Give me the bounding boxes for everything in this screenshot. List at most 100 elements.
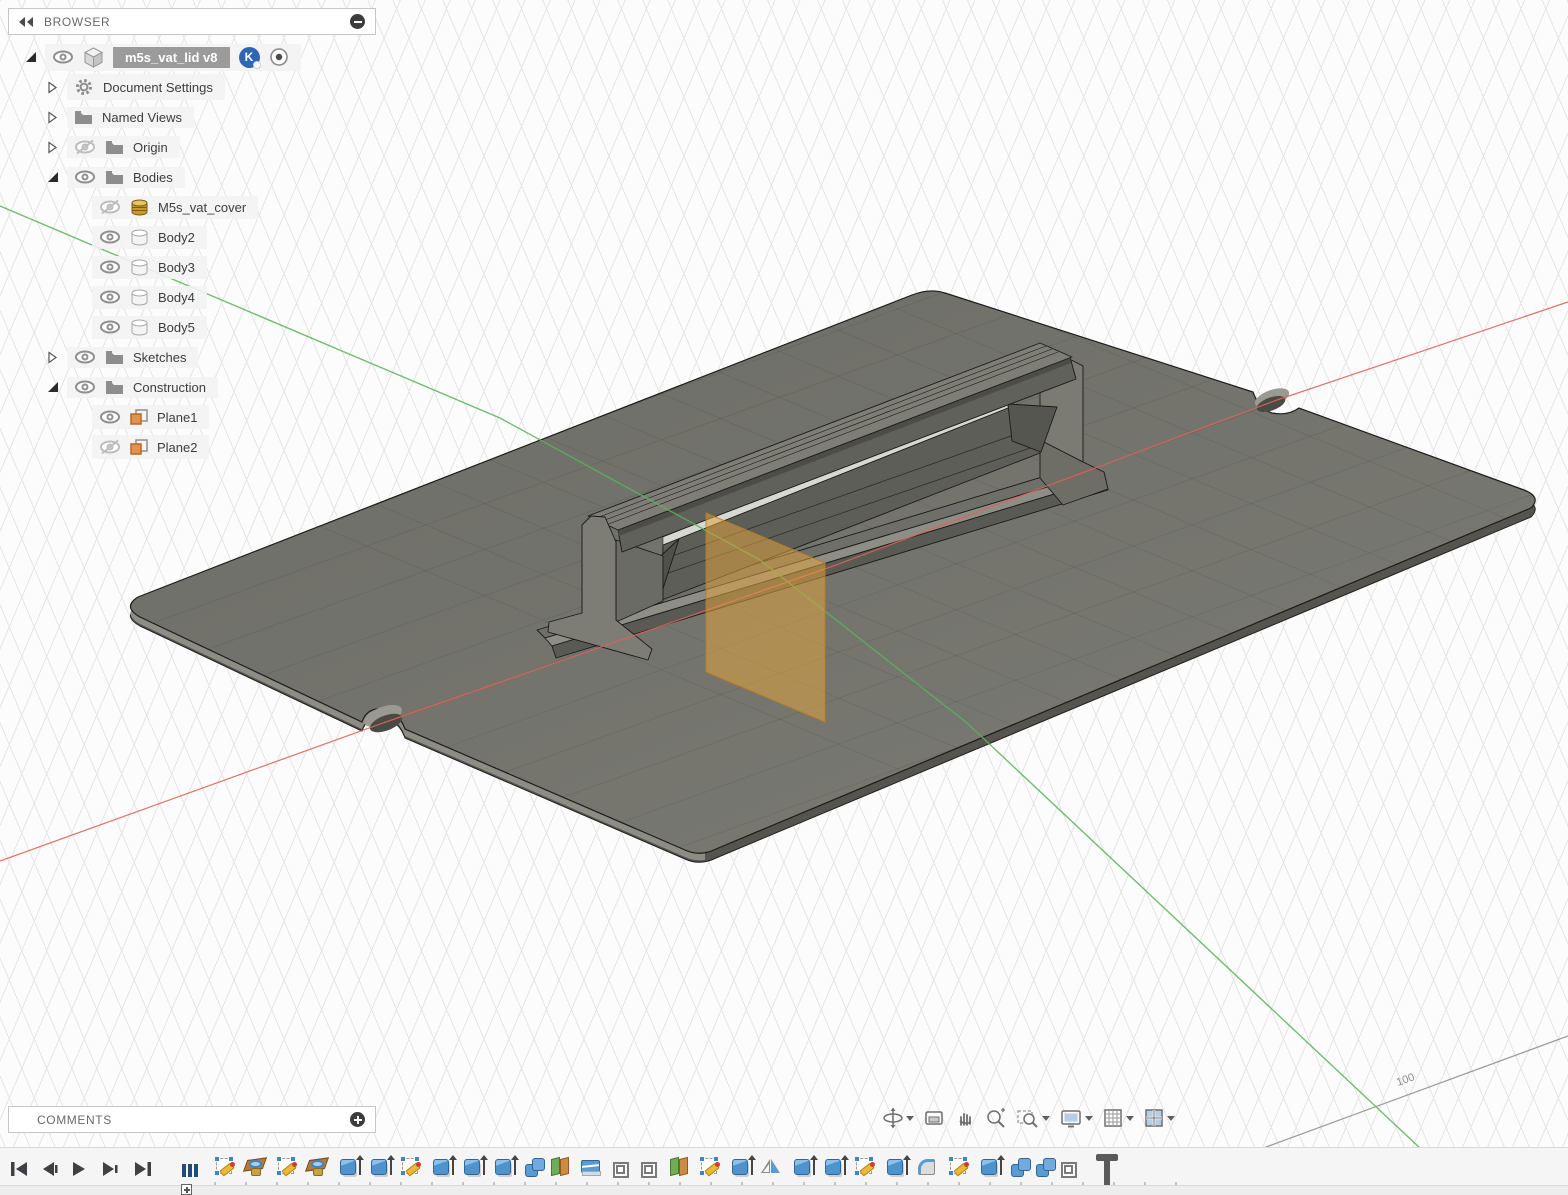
display-settings-icon (1059, 1107, 1083, 1129)
visibility-eye-icon[interactable] (99, 260, 121, 274)
timeline-feature-plane[interactable] (668, 1156, 688, 1176)
timeline-feature-pattern[interactable] (613, 1162, 629, 1178)
timeline-feature-pattern[interactable] (641, 1162, 657, 1178)
collapsed-arrow-icon[interactable] (46, 81, 59, 94)
timeline-feature-sketch[interactable] (950, 1158, 966, 1174)
visibility-eye-icon[interactable] (99, 320, 121, 334)
timeline-feature-extrude[interactable] (732, 1159, 748, 1175)
visibility-eye-icon[interactable] (74, 350, 96, 364)
timeline-feature-mirror[interactable] (761, 1156, 781, 1176)
orbit-dropdown-caret[interactable] (906, 1116, 914, 1121)
zoom-icon (985, 1107, 1007, 1129)
tree-row-body3[interactable]: Body3 (92, 253, 207, 281)
tree-row-root-component[interactable]: m5s_vat_lid v8 K (24, 43, 301, 71)
tree-row-sketches[interactable]: Sketches (46, 343, 198, 371)
collapsed-arrow-icon[interactable] (46, 351, 59, 364)
tree-item-label: Named Views (102, 110, 182, 125)
expanded-arrow-icon[interactable] (46, 381, 59, 394)
timeline-feature-extrude[interactable] (825, 1159, 841, 1175)
pan-button[interactable] (952, 1105, 978, 1131)
collapse-panel-icon[interactable] (17, 16, 34, 28)
grid-dropdown-caret[interactable] (1126, 1116, 1134, 1121)
tree-row-bodies[interactable]: Bodies (46, 163, 185, 191)
timeline-feature-sketch[interactable] (701, 1158, 717, 1174)
tree-row-construction[interactable]: Construction (46, 373, 218, 401)
display-dropdown-caret[interactable] (1085, 1116, 1093, 1121)
tree-item-label: Plane1 (157, 410, 197, 425)
tree-row-document-settings[interactable]: Document Settings (46, 73, 225, 101)
look-at-button[interactable] (921, 1105, 947, 1131)
timeline-feature-hole[interactable] (307, 1156, 327, 1176)
orbit-button[interactable] (880, 1105, 916, 1131)
tree-row-named-views[interactable]: Named Views (46, 103, 194, 131)
timeline-feature-extrude[interactable] (433, 1159, 449, 1175)
visibility-eye-icon[interactable] (52, 50, 74, 64)
timeline-feature-pattern[interactable] (1061, 1162, 1077, 1178)
timeline-feature-combine[interactable] (1011, 1164, 1024, 1177)
visibility-eye-icon[interactable] (99, 230, 121, 244)
fit-zoom-window-button[interactable] (1014, 1105, 1052, 1131)
step-forward-button[interactable] (98, 1158, 120, 1180)
zoom-dropdown-caret[interactable] (1042, 1116, 1050, 1121)
viewports-button[interactable] (1141, 1105, 1177, 1131)
tree-row-body-m5s-vat-cover[interactable]: M5s_vat_cover (92, 193, 258, 221)
timeline-feature-extrude[interactable] (794, 1159, 810, 1175)
zoom-button[interactable] (983, 1105, 1009, 1131)
visibility-eye-icon[interactable] (74, 380, 96, 394)
timeline-feature-extrude[interactable] (371, 1159, 387, 1175)
viewports-dropdown-caret[interactable] (1167, 1116, 1175, 1121)
visibility-eye-icon[interactable] (99, 290, 121, 304)
timeline-feature-combine[interactable] (525, 1164, 538, 1177)
tree-row-body5[interactable]: Body5 (92, 313, 207, 341)
timeline-zoom-fit-icon[interactable] (181, 1184, 192, 1195)
skip-to-start-button[interactable] (8, 1158, 30, 1180)
navigation-toolbar (880, 1105, 1177, 1131)
tree-row-plane1[interactable]: Plane1 (92, 403, 209, 431)
construction-plane-icon (130, 408, 148, 426)
add-comment-icon[interactable] (350, 1112, 365, 1127)
tree-row-plane2[interactable]: Plane2 (92, 433, 209, 461)
collapsed-arrow-icon[interactable] (46, 141, 59, 154)
model-canvas[interactable]: 100 (0, 0, 1568, 1195)
timeline-feature-fillet[interactable] (918, 1159, 935, 1175)
tree-row-body4[interactable]: Body4 (92, 283, 207, 311)
timeline-feature-sketch[interactable] (402, 1158, 418, 1174)
timeline-feature-combine[interactable] (1036, 1164, 1049, 1177)
visibility-eye-icon[interactable] (74, 170, 96, 184)
visibility-eye-off-icon[interactable] (99, 199, 121, 215)
display-settings-button[interactable] (1057, 1105, 1095, 1131)
timeline-feature-extrude[interactable] (340, 1159, 356, 1175)
timeline-component-group-icon[interactable] (182, 1164, 198, 1177)
timeline-feature-extrude[interactable] (981, 1159, 997, 1175)
timeline-feature-extrude[interactable] (464, 1159, 480, 1175)
timeline-scroll-track[interactable] (0, 1185, 1568, 1195)
plate-notch-top-right (1252, 384, 1291, 415)
timeline-feature-hole[interactable] (245, 1156, 265, 1176)
root-component-label[interactable]: m5s_vat_lid v8 (113, 47, 230, 68)
comments-panel-header[interactable]: COMMENTS (8, 1106, 376, 1133)
collaborator-avatar[interactable]: K (239, 47, 260, 68)
expanded-arrow-icon[interactable] (24, 51, 37, 64)
tree-row-origin[interactable]: Origin (46, 133, 180, 161)
timeline-feature-extrude[interactable] (495, 1159, 511, 1175)
timeline-feature-sketch[interactable] (856, 1158, 872, 1174)
minimize-panel-icon[interactable] (350, 14, 365, 29)
tree-row-body2[interactable]: Body2 (92, 223, 207, 251)
timeline-feature-sketch[interactable] (278, 1158, 294, 1174)
play-button[interactable] (68, 1158, 90, 1180)
expanded-arrow-icon[interactable] (46, 171, 59, 184)
grid-settings-button[interactable] (1100, 1105, 1136, 1131)
browser-panel-header[interactable]: BROWSER (8, 8, 376, 35)
step-back-button[interactable] (38, 1158, 60, 1180)
visibility-eye-icon[interactable] (99, 410, 121, 424)
collapsed-arrow-icon[interactable] (46, 111, 59, 124)
skip-to-end-button[interactable] (132, 1158, 154, 1180)
timeline-feature-split[interactable] (581, 1160, 600, 1173)
timeline-feature-extrude[interactable] (887, 1159, 903, 1175)
timeline-feature-plane[interactable] (549, 1156, 569, 1176)
timeline-feature-sketch[interactable] (216, 1158, 232, 1174)
visibility-eye-off-icon[interactable] (74, 139, 96, 155)
visibility-eye-off-icon[interactable] (99, 439, 121, 455)
activate-component-radio[interactable] (269, 47, 289, 67)
timeline-bar (0, 1147, 1568, 1195)
